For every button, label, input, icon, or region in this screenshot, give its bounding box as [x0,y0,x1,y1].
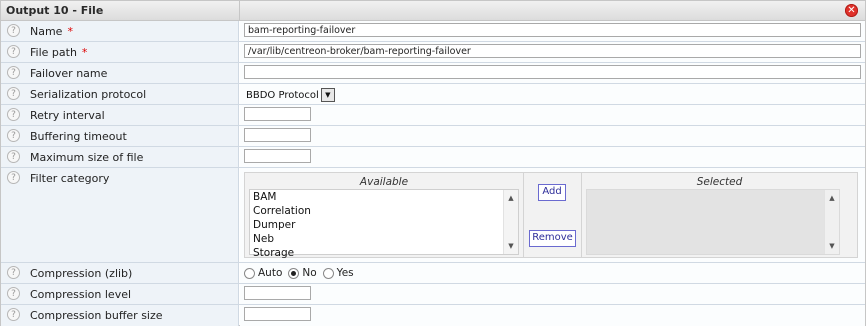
row-compression-level: ? Compression level [1,284,865,305]
selected-header: Selected [696,176,743,188]
radio-yes[interactable] [322,267,334,279]
failover-name-input[interactable] [244,65,861,79]
scroll-down-icon[interactable]: ▼ [825,240,839,252]
compression-option-no[interactable]: No [288,267,317,279]
retry-interval-input[interactable] [244,107,311,121]
radio-auto[interactable] [244,267,255,279]
field-label-serialization: Serialization protocol [30,88,147,101]
field-label-retry-interval: Retry interval [30,109,105,122]
radio-no[interactable] [288,267,300,279]
file-path-input[interactable] [244,44,861,58]
scroll-up-icon[interactable]: ▲ [504,192,518,204]
help-icon[interactable]: ? [7,308,20,321]
help-icon[interactable]: ? [7,66,20,79]
move-buttons-column: Add Remove [524,173,582,257]
field-label-compression-buffer: Compression buffer size [30,309,163,322]
list-item[interactable]: Neb [253,232,311,246]
required-mark: * [67,25,73,38]
compression-option-yes[interactable]: Yes [322,267,354,279]
row-filter-category: ? Filter category Available BAM Correlat… [1,168,865,263]
field-label-filter-category: Filter category [30,172,110,185]
selected-list[interactable]: ▲ ▼ [586,189,840,255]
scroll-up-icon[interactable]: ▲ [825,192,839,204]
select-value: BBDO Protocol [246,89,319,101]
panel-title: Output 10 - File [6,4,104,17]
row-retry-interval: ? Retry interval [1,105,865,126]
output-file-panel: Output 10 - File ✕ ? Name* ? File path* … [0,0,866,326]
list-item[interactable]: Dumper [253,218,311,232]
name-input[interactable] [244,23,861,37]
help-icon[interactable]: ? [7,129,20,142]
chevron-down-icon[interactable]: ▼ [320,88,335,102]
compression-option-auto[interactable]: Auto [244,267,282,279]
row-file-path: ? File path * [1,42,865,63]
scroll-down-icon[interactable]: ▼ [504,240,518,252]
help-icon[interactable]: ? [7,87,20,100]
list-item[interactable]: BAM [253,190,311,204]
field-label-compression: Compression (zlib) [30,267,133,280]
available-scrollbar[interactable]: ▲ ▼ [503,190,518,254]
required-mark: * [81,46,88,59]
row-buffering-timeout: ? Buffering timeout [1,126,865,147]
help-icon[interactable]: ? [7,287,20,300]
selected-scrollbar[interactable]: ▲ ▼ [824,190,839,254]
row-serialization-protocol: ? Serialization protocol BBDO Protocol ▼ [1,84,865,105]
field-label-compression-level: Compression level [30,288,132,301]
help-icon[interactable]: ? [7,45,20,58]
header-divider [239,1,240,20]
field-label-file-path: File path * [30,46,88,59]
field-label-failover-name: Failover name [30,67,108,80]
compression-radio-group: Auto No Yes [244,267,360,279]
available-column: Available BAM Correlation Dumper Neb Sto… [245,173,524,259]
compression-buffer-size-input[interactable] [244,307,311,321]
panel-header: Output 10 - File ✕ [1,1,865,21]
field-label-buffering-timeout: Buffering timeout [30,130,127,143]
row-compression: ? Compression (zlib) Auto No Yes [1,263,865,284]
close-icon[interactable]: ✕ [845,4,858,17]
selected-column: Selected ▲ ▼ [582,173,857,257]
available-list[interactable]: BAM Correlation Dumper Neb Storage ▲ ▼ [249,189,519,259]
available-header: Available [359,176,409,188]
max-file-size-input[interactable] [244,149,311,163]
add-button[interactable]: Add [538,184,566,201]
help-icon[interactable]: ? [7,24,20,37]
buffering-timeout-input[interactable] [244,128,311,142]
remove-button[interactable]: Remove [529,230,576,247]
filter-category-widget: Available BAM Correlation Dumper Neb Sto… [244,172,858,259]
row-compression-buffer-size: ? Compression buffer size [1,305,865,326]
help-icon[interactable]: ? [7,266,20,279]
help-icon[interactable]: ? [7,150,20,163]
row-max-file-size: ? Maximum size of file [1,147,865,168]
field-label-name: Name * [30,25,73,38]
row-failover-name: ? Failover name [1,63,865,84]
help-icon[interactable]: ? [7,108,20,121]
compression-level-input[interactable] [244,286,311,300]
list-item[interactable]: Correlation [253,204,311,218]
list-item[interactable]: Storage [253,246,311,260]
serialization-protocol-select[interactable]: BBDO Protocol ▼ [244,87,335,103]
row-name: ? Name * [1,21,865,42]
help-icon[interactable]: ? [7,171,20,184]
field-label-max-file-size: Maximum size of file [30,151,144,164]
